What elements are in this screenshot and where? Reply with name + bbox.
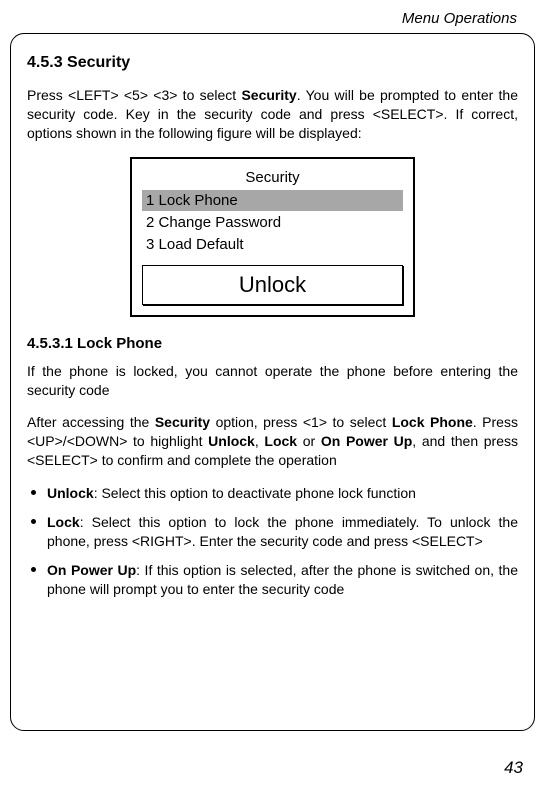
intro-pre: Press <LEFT> <5> <3> to select [27,87,241,103]
sub-paragraph-1: If the phone is locked, you cannot opera… [27,362,518,400]
chapter-header: Menu Operations [10,10,517,27]
menu-item-change-password[interactable]: 2 Change Password [142,212,403,233]
softkey-button[interactable]: Unlock [142,265,403,305]
p2-b5: On Power Up [321,433,412,449]
p2-mid3: , [255,433,265,449]
intro-paragraph: Press <LEFT> <5> <3> to select Security.… [27,86,518,143]
page: Menu Operations 4.5.3 Security Press <LE… [0,0,545,790]
bullet-bold: On Power Up [47,562,136,578]
screen-title: Security [142,169,403,186]
p2-b1: Security [155,414,210,430]
menu-item-load-default[interactable]: 3 Load Default [142,234,403,255]
list-item: On Power Up: If this option is selected,… [27,561,518,599]
page-number: 43 [504,758,523,778]
bullet-bold: Unlock [47,485,94,501]
p2-mid4: or [297,433,321,449]
p2-mid1: option, press <1> to select [210,414,392,430]
subsection-heading: 4.5.3.1 Lock Phone [27,335,518,352]
p2-b4: Lock [264,433,297,449]
p2-b2: Lock Phone [392,414,473,430]
sub-paragraph-2: After accessing the Security option, pre… [27,413,518,470]
content-frame: 4.5.3 Security Press <LEFT> <5> <3> to s… [10,33,535,731]
list-item: Unlock: Select this option to deactivate… [27,484,518,503]
p2-b3: Unlock [208,433,255,449]
bullet-list: Unlock: Select this option to deactivate… [27,484,518,598]
phone-screen: Security 1 Lock Phone 2 Change Password … [130,157,415,317]
intro-bold: Security [241,87,296,103]
bullet-bold: Lock [47,514,80,530]
section-heading: 4.5.3 Security [27,54,518,72]
bullet-rest: : Select this option to deactivate phone… [94,485,416,501]
list-item: Lock: Select this option to lock the pho… [27,513,518,551]
menu-item-lock-phone[interactable]: 1 Lock Phone [142,190,403,211]
p2-pre: After accessing the [27,414,155,430]
bullet-rest: : Select this option to lock the phone i… [47,514,518,549]
phone-screen-figure: Security 1 Lock Phone 2 Change Password … [27,157,518,317]
